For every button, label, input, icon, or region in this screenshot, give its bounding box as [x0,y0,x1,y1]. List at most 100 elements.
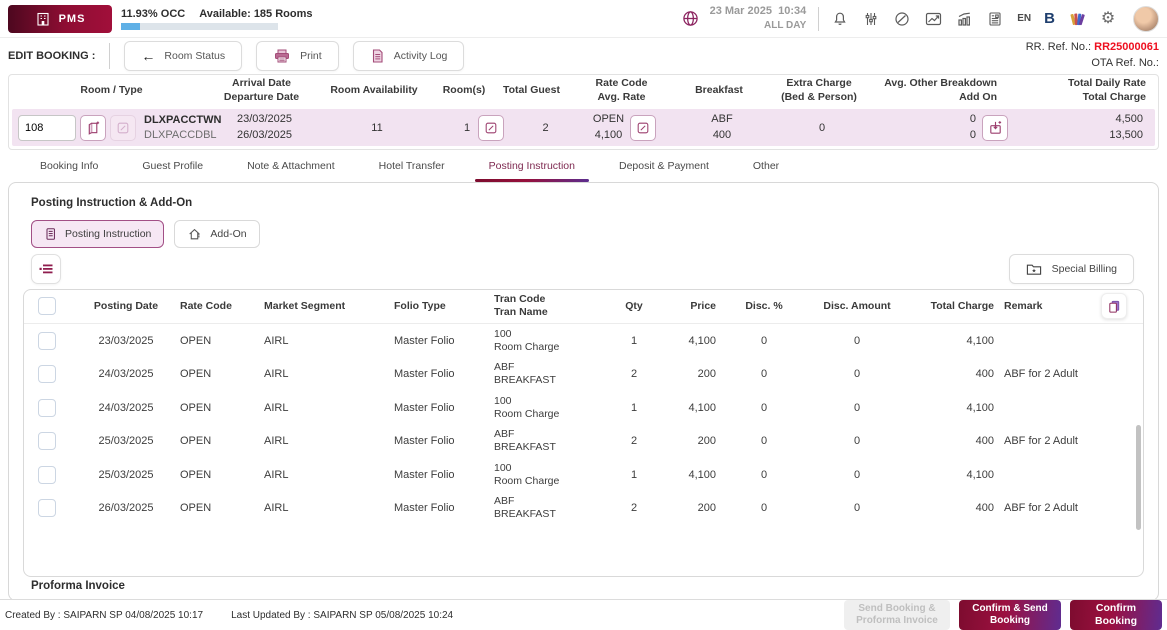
select-all-checkbox[interactable] [38,297,56,315]
price-cell: 4,100 [656,335,726,347]
disc-pct-cell: 0 [726,368,802,380]
assign-room-button[interactable] [80,115,106,141]
tab-hotel-transfer[interactable]: Hotel Transfer [357,150,467,182]
rate-code-cell: OPEN [180,469,264,481]
line-chart-icon[interactable] [924,10,942,28]
total-charge-cell: 4,100 [912,402,1004,414]
row-checkbox[interactable] [38,332,56,350]
print-button[interactable]: Print [256,41,339,71]
posting-date-cell: 23/03/2025 [72,335,180,347]
brand-name: PMS [59,13,86,25]
pms-logo[interactable]: PMS [8,5,112,33]
summary-header-row: Room / Type Arrival Date Departure Date … [9,75,1158,106]
remark-cell: ABF for 2 Adult [1004,502,1095,514]
tran-cell: ABF BREAKFAST [494,361,612,387]
total-charge-cell: 400 [912,435,1004,447]
edit-booking-bar: EDIT BOOKING : ← Room Status Print Activ… [0,38,1167,74]
sliders-icon[interactable] [862,10,880,28]
top-bar: PMS 11.93% OCC Available: 185 Rooms 23 M… [0,0,1167,38]
activity-log-button[interactable]: Activity Log [353,41,465,71]
row-checkbox[interactable] [38,466,56,484]
add-breakdown-button[interactable] [982,115,1008,141]
tran-cell: 100 Room Charge [494,328,612,354]
rate-code-cell: OPEN [180,368,264,380]
tab-note-attachment[interactable]: Note & Attachment [225,150,357,182]
back-arrow-icon: ← [141,48,155,64]
posting-table-row: 25/03/2025 OPEN AIRL Master Folio ABF BR… [24,424,1143,458]
tab-guest-profile[interactable]: Guest Profile [120,150,225,182]
tran-code: ABF [494,495,612,508]
assign-room-icon [86,120,101,135]
header-avg-other-breakdown: Avg. Other Breakdown Add On [869,77,1009,104]
room-status-button[interactable]: ← Room Status [124,41,242,71]
price-cell: 200 [656,502,726,514]
confirm-booking-button[interactable]: Confirm Booking [1070,600,1162,630]
special-billing-button[interactable]: Special Billing [1009,254,1134,284]
row-checkbox[interactable] [38,365,56,383]
total-charge-value: 13,500 [1012,128,1143,143]
row-checkbox[interactable] [38,399,56,417]
tab-posting-instruction[interactable]: Posting Instruction [467,150,597,182]
occupancy-block: 11.93% OCC Available: 185 Rooms [121,8,313,30]
confirm-send-booking-button[interactable]: Confirm & Send Booking [959,600,1061,630]
tab-booking-info[interactable]: Booking Info [18,150,120,182]
special-billing-folder-icon [1026,262,1042,276]
room-number-input[interactable] [18,115,76,141]
row-checkbox[interactable] [38,499,56,517]
language-selector[interactable]: EN [1017,13,1031,24]
market-segment-cell: AIRL [264,469,394,481]
room-type-secondary: DLXPACCDBL [144,128,221,142]
market-segment-cell: AIRL [264,335,394,347]
folio-type-cell: Master Folio [394,368,494,380]
remark-cell: ABF for 2 Adult [1004,368,1095,380]
market-segment-cell: AIRL [264,502,394,514]
settings-gear-icon[interactable]: ⚙ [1099,10,1117,28]
edit-pencil-icon [116,121,130,135]
header-arrival-departure: Arrival Date Departure Date [214,77,309,104]
datetime-display[interactable]: 23 Mar 2025 10:34 ALL DAY [710,4,807,32]
tran-name: Room Charge [494,475,612,488]
edit-rooms-button[interactable] [478,115,504,141]
tab-deposit-payment[interactable]: Deposit & Payment [597,150,731,182]
report-icon[interactable] [986,10,1004,28]
posting-instruction-toggle[interactable]: Posting Instruction [31,220,164,248]
theme-palette-icon[interactable] [1068,10,1086,28]
header-posting-date: Posting Date [72,300,180,313]
room-type-primary: DLXPACCTWN [144,113,221,127]
disc-amount-cell: 0 [802,335,912,347]
market-segment-cell: AIRL [264,435,394,447]
header-qty: Qty [612,300,656,313]
footer-bar: Created By : SAIPARN SP 04/08/2025 10:17… [0,599,1167,630]
user-avatar[interactable] [1133,6,1159,32]
total-charge-cell: 4,100 [912,469,1004,481]
disc-amount-cell: 0 [802,469,912,481]
tab-other[interactable]: Other [731,150,801,182]
divider [818,7,819,31]
disc-pct-cell: 0 [726,402,802,414]
table-scrollbar[interactable] [1136,425,1141,530]
list-view-button[interactable] [31,254,61,284]
bar-chart-icon[interactable] [955,10,973,28]
edit-room-button-disabled [110,115,136,141]
add-on-toggle[interactable]: Add-On [174,220,259,248]
header-rate-code: Rate Code Avg. Rate [574,77,669,104]
proforma-invoice-section[interactable]: Proforma Invoice [31,580,125,592]
notifications-bell-icon[interactable] [831,10,849,28]
gauge-icon[interactable] [893,10,911,28]
globe-icon[interactable] [682,10,700,28]
header-room-type: Room / Type [9,84,214,98]
breakfast-code: ABF [672,112,772,127]
header-rate-code: Rate Code [180,300,264,313]
currency-b-icon[interactable]: B [1044,10,1055,27]
header-total-daily-rate: Total Daily Rate Total Charge [1009,77,1158,104]
tran-code: ABF [494,428,612,441]
rate-code-cell: OPEN [180,335,264,347]
copy-rows-button[interactable] [1101,293,1127,319]
header-rooms: Room(s) [439,84,489,98]
rate-code-cell: OPEN [180,502,264,514]
copy-icon [1107,299,1122,314]
header-market-segment: Market Segment [264,300,394,313]
edit-rate-button[interactable] [630,115,656,141]
row-checkbox[interactable] [38,432,56,450]
total-guest-value: 2 [514,122,577,134]
